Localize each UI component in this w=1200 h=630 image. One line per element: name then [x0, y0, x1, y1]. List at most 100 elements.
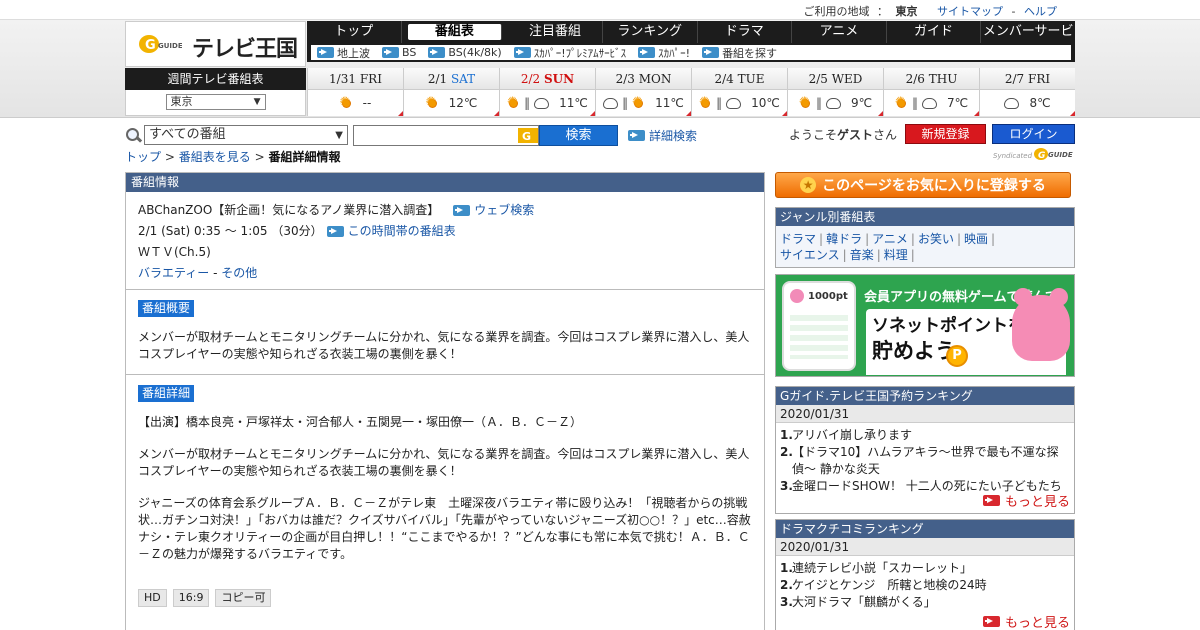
genre-link[interactable]: サイエンス: [780, 248, 840, 262]
rank-title: 【ドラマ10】ハムラアキラ〜世界で最も不運な探偵〜 静かな炎天: [792, 445, 1059, 476]
day-cell[interactable]: 2/2 SUN‖11℃: [499, 68, 595, 116]
pink-bear-mascot-icon: [1012, 288, 1070, 361]
search-input[interactable]: G: [353, 124, 539, 146]
subnav-find-program[interactable]: 番組を探す: [702, 45, 777, 61]
nav-guide[interactable]: ガイド: [887, 21, 982, 43]
ranking-date: 2020/01/31: [776, 538, 1074, 556]
genre-link[interactable]: 音楽: [850, 248, 874, 262]
region-value: 東京: [895, 5, 918, 18]
arrow-icon: [428, 47, 446, 58]
breadcrumb-schedule[interactable]: 番組表を見る: [179, 150, 251, 164]
search-button[interactable]: 検索: [539, 124, 618, 146]
program-title: ABChanZOO【新企画！気になるアノ業界に潜入調査】: [138, 203, 440, 217]
ranking-item[interactable]: 2. ケイジとケンジ 所轄と地検の24時: [780, 577, 1070, 594]
arrow-icon: [453, 205, 471, 216]
area-select[interactable]: 東京 ▼: [165, 94, 266, 110]
genre-link[interactable]: 料理: [884, 248, 908, 262]
weekly-label: 週間テレビ番組表: [125, 68, 306, 90]
day-cell[interactable]: 2/1 SAT 12℃: [403, 68, 499, 116]
subnav-terrestrial[interactable]: 地上波: [317, 45, 370, 61]
syndicated-logo: Syndicated G GUIDE: [993, 147, 1075, 163]
add-favorite-button[interactable]: ★ このページをお気に入りに登録する: [775, 172, 1071, 198]
ranking-title: Gガイド.テレビ王国予約ランキング: [776, 387, 1074, 405]
cloud-icon: [603, 97, 619, 109]
day-weather: ‖11℃: [500, 90, 595, 116]
svg-text:G: G: [522, 130, 531, 143]
day-weather: --: [308, 90, 403, 116]
ranking-item[interactable]: 1. アリバイ崩し承ります: [780, 427, 1070, 444]
nav-featured[interactable]: 注目番組: [508, 21, 603, 43]
day-cell[interactable]: 2/6 THU‖7℃: [883, 68, 979, 116]
app-game-banner[interactable]: 1000pt 会員アプリの無料ゲームで遊んで ソネットポイントを 貯めよう P …: [775, 274, 1075, 377]
rank-title: ケイジとケンジ 所轄と地検の24時: [792, 578, 987, 592]
top-strip: ご利用の地域 ： 東京 サイトマップ - ヘルプ: [0, 0, 1200, 20]
help-link[interactable]: ヘルプ: [1024, 5, 1057, 18]
account-area: ようこそゲストさん 新規登録 ログイン: [789, 124, 1076, 144]
nav-drama[interactable]: ドラマ: [698, 21, 793, 43]
advanced-search-link[interactable]: 詳細検索: [628, 127, 697, 144]
temperature: --: [362, 96, 372, 110]
nav-top[interactable]: トップ: [307, 21, 402, 43]
day-header: 2/5 WED: [788, 68, 883, 90]
login-button[interactable]: ログイン: [992, 124, 1076, 144]
subnav-skyperfect-premium[interactable]: ｽｶﾊﾟｰ!ﾌﾟﾚﾐｱﾑｻｰﾋﾞｽ: [513, 45, 626, 61]
global-nav: トップ 番組表 注目番組 ランキング ドラマ アニメ ガイド メンバーサービス: [307, 21, 1075, 61]
dropdown-caret-icon: ▼: [253, 97, 261, 107]
point-coin-icon: P: [946, 345, 968, 367]
weekly-days: 1/31 FRI -- 2/1 SAT 12℃ 2/2 SUN‖11℃2/3 MON‖1…: [307, 68, 1075, 116]
nav-ranking[interactable]: ランキング: [603, 21, 698, 43]
program-time: 2/1 (Sat) 0:35 ～ 1:05 （30分）: [138, 224, 323, 238]
cloud-icon: [534, 97, 550, 109]
sun-icon: [340, 95, 353, 110]
sitemap-link[interactable]: サイトマップ: [937, 5, 1003, 18]
arrow-icon: [382, 47, 399, 58]
nav-schedule[interactable]: 番組表: [407, 24, 503, 40]
nav-anime[interactable]: アニメ: [792, 21, 887, 43]
ranking-item[interactable]: 2. 【ドラマ10】ハムラアキラ〜世界で最も不運な探偵〜 静かな炎天: [780, 444, 1070, 478]
summary-tag: 番組概要: [138, 300, 195, 317]
genre-link[interactable]: 映画: [964, 232, 988, 246]
star-icon: ★: [800, 177, 817, 193]
genre-link[interactable]: アニメ: [872, 232, 908, 246]
nav-member-service[interactable]: メンバーサービス: [981, 21, 1075, 61]
g-guide-small-icon: G GUIDE: [1034, 148, 1073, 161]
ranking-item[interactable]: 1. 連続テレビ小説「スカーレット」: [780, 560, 1070, 577]
genre-variety-link[interactable]: バラエティー: [138, 266, 209, 280]
more-link[interactable]: もっと見る: [982, 612, 1070, 630]
subnav-skyperfect[interactable]: ｽｶﾊﾟｰ!: [638, 45, 690, 61]
day-weather: ‖9℃: [788, 90, 883, 116]
reservation-ranking: Gガイド.テレビ王国予約ランキング 2020/01/31 1. アリバイ崩し承りま…: [775, 386, 1075, 514]
breadcrumb-top[interactable]: トップ: [125, 150, 161, 164]
genre-link[interactable]: 韓ドラ: [826, 232, 862, 246]
day-cell[interactable]: 2/7 FRI 8℃: [979, 68, 1075, 116]
day-weather: ‖11℃: [596, 90, 691, 116]
program-info-panel: 番組情報 ABChanZOO【新企画！気になるアノ業界に潜入調査】 ウェブ検索 …: [125, 172, 765, 630]
ranking-item[interactable]: 3. 大河ドラマ「麒麟がくる」: [780, 594, 1070, 611]
more-link[interactable]: もっと見る: [982, 491, 1070, 510]
register-button[interactable]: 新規登録: [905, 124, 987, 144]
g-guide-mark-icon: G: [518, 127, 538, 143]
subnav-bs4k8k[interactable]: BS(4k/8k): [428, 46, 502, 59]
day-cell[interactable]: 2/5 WED‖9℃: [787, 68, 883, 116]
weekly-schedule: 週間テレビ番組表 東京 ▼ 1/31 FRI -- 2/1 SAT 12℃ 2/2 SU…: [125, 68, 1075, 116]
site-logo[interactable]: G GUIDE テレビ王国: [125, 21, 306, 67]
day-header: 2/1 SAT: [404, 68, 499, 90]
day-cell[interactable]: 1/31 FRI --: [307, 68, 403, 116]
genre-other-link[interactable]: その他: [221, 266, 257, 280]
subnav-bs[interactable]: BS: [382, 46, 416, 59]
time-schedule-link[interactable]: この時間帯の番組表: [326, 221, 456, 242]
day-cell[interactable]: 2/3 MON‖11℃: [595, 68, 691, 116]
web-search-link[interactable]: ウェブ検索: [453, 200, 534, 221]
genre-link[interactable]: ドラマ: [780, 232, 816, 246]
day-weather: 12℃: [404, 90, 499, 116]
genre-link[interactable]: お笑い: [918, 232, 954, 246]
sun-icon: [507, 95, 520, 110]
arrow-icon: [326, 226, 344, 237]
temperature: 8℃: [1029, 96, 1051, 110]
rank-title: 大河ドラマ「麒麟がくる」: [792, 595, 936, 609]
program-detail: 番組詳細 【出演】橋本良亮・戸塚祥太・河合郁人・五関晃一・塚田僚一（Ａ．Ｂ．Ｃ－…: [126, 375, 764, 607]
rank-number: 1.: [780, 561, 793, 575]
day-header: 2/2 SUN: [500, 68, 595, 90]
day-cell[interactable]: 2/4 TUE‖10℃: [691, 68, 787, 116]
search-scope-select[interactable]: すべての番組 ▼: [144, 125, 348, 145]
